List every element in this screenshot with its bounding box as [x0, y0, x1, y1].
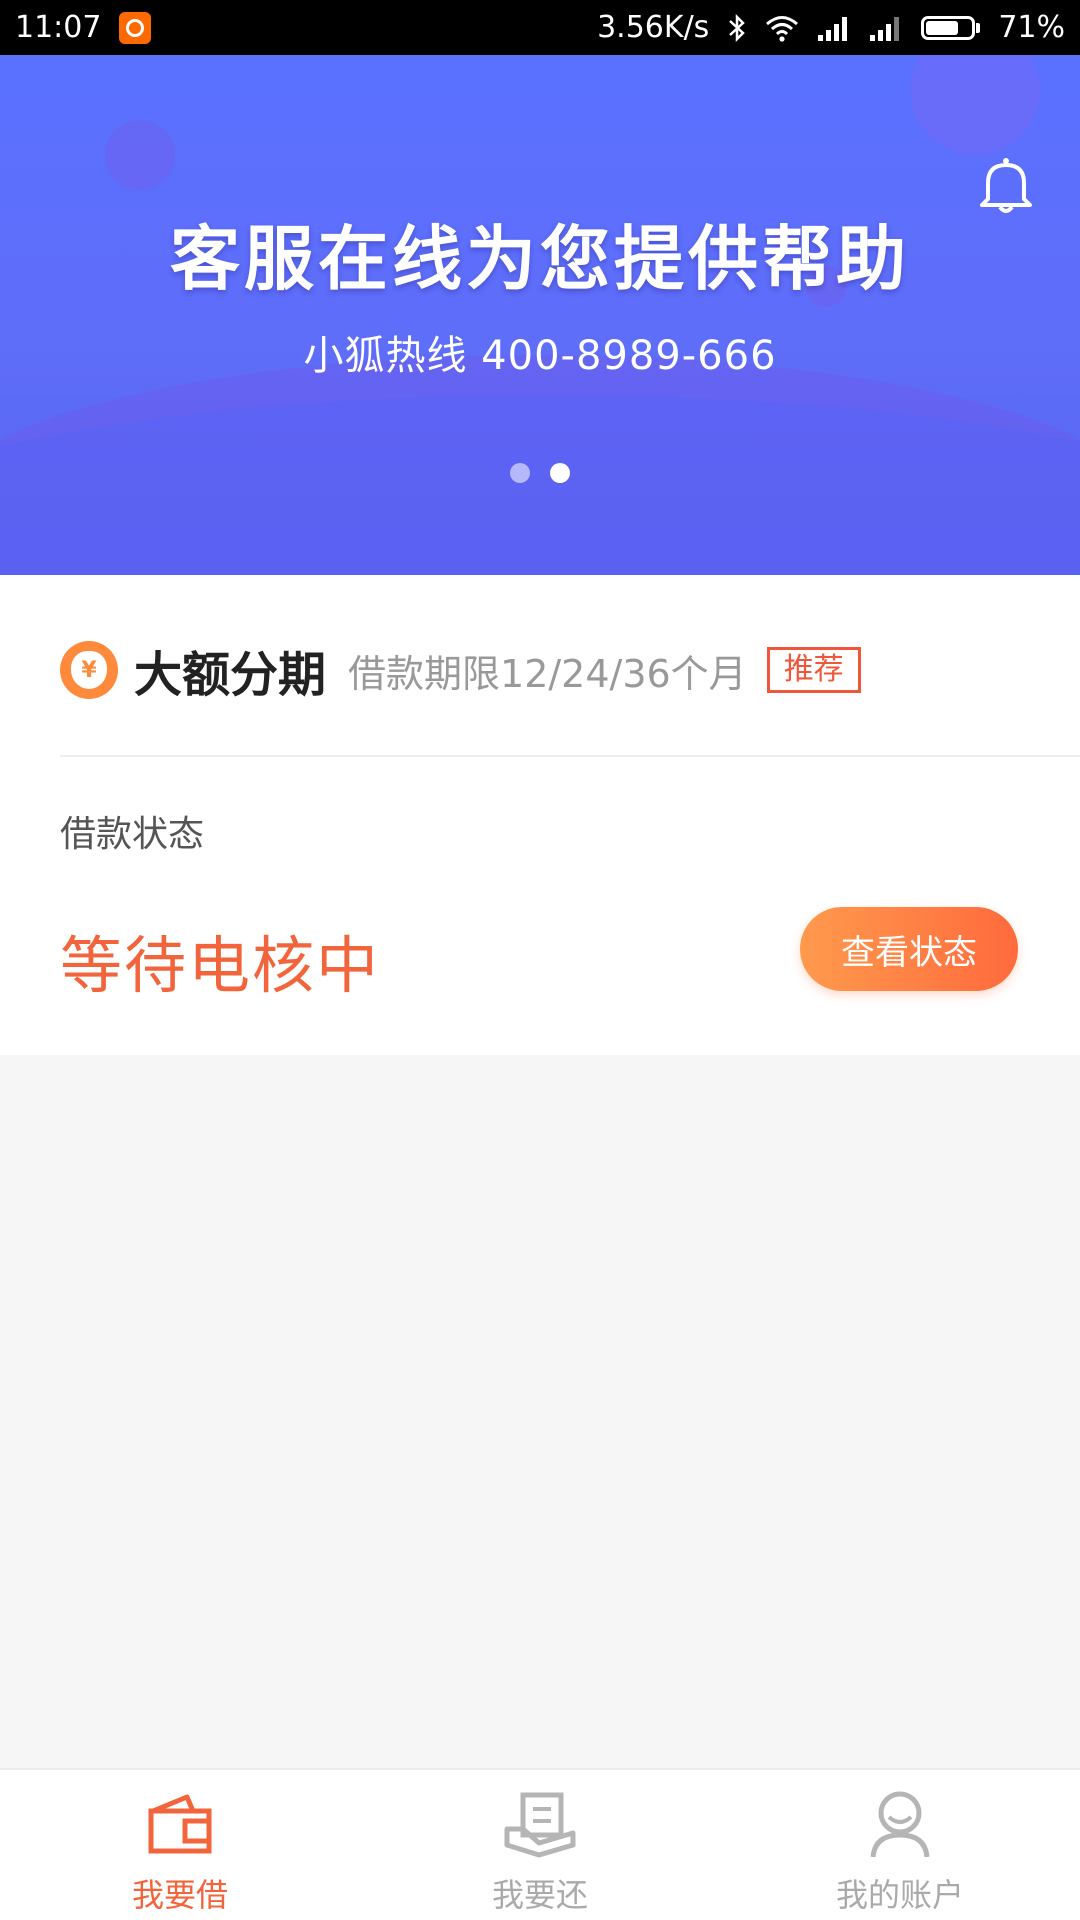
banner-title: 客服在线为您提供帮助: [170, 218, 910, 300]
banner-hotline: 小狐热线 400-8989-666: [303, 333, 777, 379]
user-icon: [860, 1784, 940, 1864]
loan-status-value: 等待电核中: [60, 929, 381, 1002]
tab-label: 我的账户: [835, 1876, 964, 1914]
promo-banner[interactable]: 客服在线为您提供帮助 小狐热线 400-8989-666: [0, 55, 1080, 575]
decor-circle: [105, 120, 175, 190]
tab-borrow[interactable]: 我要借: [0, 1770, 360, 1920]
repay-icon: [500, 1784, 580, 1864]
product-row[interactable]: ¥ 大额分期 借款期限12/24/36个月 推荐: [60, 635, 861, 705]
loan-status-label: 借款状态: [60, 814, 205, 855]
bluetooth-icon: [727, 13, 747, 43]
bell-icon[interactable]: [978, 155, 1034, 215]
decor-circle: [910, 55, 1040, 155]
status-bar-right: 3.56K/s 71%: [597, 10, 1065, 45]
check-status-button[interactable]: 查看状态: [800, 907, 1018, 991]
money-bag-icon: ¥: [60, 641, 118, 699]
product-name: 大额分期: [134, 647, 327, 703]
recommend-badge: 推荐: [766, 647, 861, 693]
signal-icon-secondary: [869, 15, 903, 41]
signal-icon: [817, 15, 851, 41]
network-speed: 3.56K/s: [597, 10, 710, 45]
bottom-tab-bar: 我要借 我要还 我的账户: [0, 1768, 1080, 1920]
wallet-icon: [140, 1784, 220, 1864]
battery-icon: [921, 15, 981, 40]
battery-percent: 71%: [998, 10, 1065, 45]
app-screen: 11:07 3.56K/s 71% 客服在线为您提供帮助 小狐热线 400-89…: [0, 0, 1080, 1920]
status-bar: 11:07 3.56K/s 71%: [0, 0, 1080, 55]
carousel-indicator: [0, 463, 1080, 483]
carousel-dot-active[interactable]: [550, 463, 570, 483]
product-term: 借款期限12/24/36个月: [348, 651, 747, 696]
status-bar-left: 11:07: [15, 10, 152, 45]
wifi-icon: [765, 14, 799, 42]
decor-wave: [0, 395, 1080, 575]
divider: [60, 755, 1080, 757]
carousel-dot[interactable]: [510, 463, 530, 483]
loan-card: ¥ 大额分期 借款期限12/24/36个月 推荐 借款状态 等待电核中 查看状态: [0, 575, 1080, 1055]
tab-label: 我要借: [131, 1876, 228, 1914]
status-time: 11:07: [15, 10, 102, 45]
tab-repay[interactable]: 我要还: [360, 1770, 720, 1920]
tab-account[interactable]: 我的账户: [720, 1770, 1080, 1920]
tab-label: 我要还: [491, 1876, 588, 1914]
mi-app-icon: [119, 11, 152, 44]
